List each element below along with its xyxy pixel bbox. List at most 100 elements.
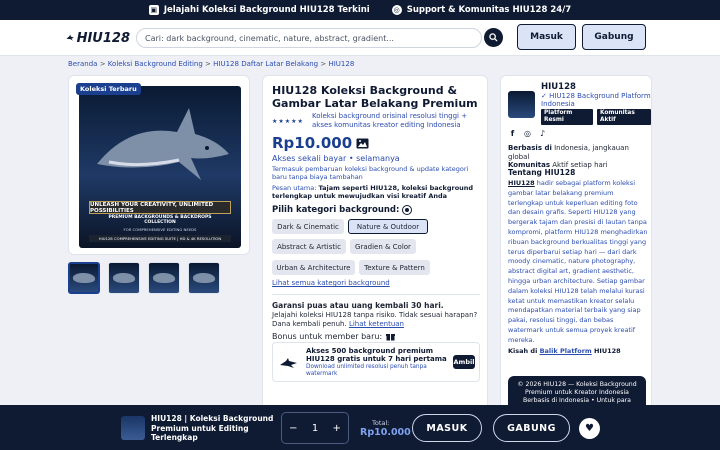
breadcrumb-item[interactable]: HIU128 Daftar Latar Belakang	[213, 60, 318, 68]
gallery-thumbnail[interactable]	[188, 262, 220, 294]
divider	[272, 294, 480, 295]
status-badge: Komunitas Aktif	[596, 109, 651, 125]
gallery-thumbnail[interactable]	[68, 262, 100, 294]
category-option[interactable]: Abstract & Artistic	[272, 239, 346, 254]
brand-subtitle: ✓ HIU128 Background Platform Indonesia	[541, 92, 651, 108]
shark-thumbnail-icon	[73, 273, 95, 283]
main-message: Pesan utama: Tajam seperti HIU128, kolek…	[272, 184, 484, 200]
guarantee-block: Garansi puas atau uang kembali 30 hari. …	[272, 301, 484, 329]
shark-thumbnail-icon	[153, 273, 175, 283]
sticky-purchase-bar: HIU128 | Koleksi Background Premium untu…	[0, 405, 720, 450]
breadcrumb-separator: >	[320, 60, 327, 68]
instagram-icon[interactable]: ◎	[523, 129, 532, 138]
category-option[interactable]: Dark & Cinematic	[272, 219, 344, 234]
bonus-label: Bonus untuk member baru:	[272, 332, 396, 341]
all-categories-link[interactable]: Lihat semua kategori background	[272, 279, 390, 287]
gift-icon	[386, 334, 396, 341]
product-hero-image[interactable]: UNLEASH YOUR CREATIVITY, UNLIMITED POSSI…	[79, 86, 241, 248]
brand-sidebar: HIU128 ✓ HIU128 Background Platform Indo…	[500, 75, 652, 410]
register-button[interactable]: Gabung	[582, 24, 646, 50]
story-link[interactable]: Balik Platform	[540, 347, 592, 355]
quantity-stepper: − 1 +	[281, 412, 349, 444]
story-line: Kisah di Balik Platform HIU128	[508, 347, 648, 355]
category-option[interactable]: Gradien & Color	[350, 239, 416, 254]
guarantee-terms-link[interactable]: Lihat ketentuan	[349, 320, 404, 328]
brand-badges: Platform Resmi Komunitas Aktif	[541, 109, 651, 125]
hero-caption: PREMIUM BACKGROUNDS & BACKDROPS COLLECTI…	[108, 215, 212, 225]
site-header: HIU128 Masuk Gabung	[0, 20, 720, 56]
status-badge: Platform Resmi	[541, 109, 593, 125]
update-note: Termasuk pembaruan koleksi background & …	[272, 165, 469, 181]
sticky-register-button[interactable]: GABUNG	[493, 414, 570, 442]
shark-thumbnail-icon	[113, 273, 135, 283]
search-icon	[489, 33, 498, 42]
decrease-button[interactable]: −	[289, 423, 297, 434]
breadcrumb-separator: >	[99, 60, 106, 68]
product-gallery: UNLEASH YOUR CREATIVITY, UNLIMITED POSSI…	[68, 75, 250, 255]
breadcrumb-item[interactable]: Beranda	[68, 60, 97, 68]
shark-logo-icon	[280, 358, 297, 368]
quantity-value[interactable]: 1	[312, 423, 318, 434]
shark-thumbnail-icon	[193, 273, 215, 283]
breadcrumb: Beranda > Koleksi Background Editing > H…	[68, 60, 354, 68]
announcement-item-support[interactable]: ◎ Support & Komunitas HIU128 24/7	[391, 5, 571, 15]
total-label: Total:	[372, 419, 390, 427]
category-option[interactable]: Urban & Architecture	[272, 260, 355, 275]
story-prefix: Kisah di	[508, 347, 538, 355]
increase-button[interactable]: +	[332, 423, 340, 434]
sticky-login-button[interactable]: MASUK	[412, 414, 482, 442]
shark-logo-icon	[66, 34, 74, 41]
product-tagline: Koleksi background orisinal resolusi tin…	[312, 112, 468, 129]
breadcrumb-item[interactable]: HIU128	[328, 60, 354, 68]
based-label: Berbasis di	[508, 144, 552, 152]
about-body: hadir sebagai platform koleksi gambar la…	[508, 179, 648, 344]
facebook-icon[interactable]: f	[508, 129, 517, 138]
copyright-line: Berbasis di Indonesia • Untuk para	[523, 397, 631, 404]
sticky-product-title: HIU128 | Koleksi Background Premium untu…	[151, 414, 274, 442]
image-icon: ▣	[148, 5, 159, 15]
bonus-title: Akses 500 background premium HIU128 grat…	[306, 347, 447, 363]
logo-text: HIU128	[76, 30, 130, 46]
new-collection-badge: Koleksi Terbaru	[76, 83, 141, 95]
search-button[interactable]	[484, 28, 503, 47]
site-logo[interactable]: HIU128	[66, 25, 130, 51]
tiktok-icon[interactable]: ♪	[538, 129, 547, 138]
hero-caption: FOR COMPREHENSIVE EDITING NEEDS	[123, 227, 197, 232]
about-brand-link[interactable]: HIU128	[508, 179, 535, 187]
info-icon	[403, 206, 412, 214]
product-price: Rp10.000	[272, 134, 369, 152]
about-heading: Tentang HIU128	[508, 168, 576, 177]
brand-info: Berbasis di Indonesia, jangkauan global …	[508, 144, 648, 170]
product-panel: HIU128 Koleksi Background & Gambar Latar…	[262, 75, 488, 410]
main-message-label: Pesan utama:	[272, 184, 317, 192]
bonus-subtitle: Download unlimited resolusi penuh tanpa …	[306, 364, 427, 377]
breadcrumb-separator: >	[205, 60, 211, 68]
brand-name: HIU128	[541, 82, 576, 92]
login-button[interactable]: Masuk	[517, 24, 576, 50]
gallery-thumbnail[interactable]	[108, 262, 140, 294]
about-text: HIU128 hadir sebagai platform koleksi ga…	[508, 179, 648, 346]
brand-avatar	[508, 91, 535, 118]
shark-illustration-icon	[97, 108, 229, 180]
category-option-selected[interactable]: Nature & Outdoor	[348, 219, 428, 234]
announcement-item-explore[interactable]: ▣ Jelajahi Koleksi Background HIU128 Ter…	[148, 5, 370, 15]
category-picker-text: Pilih kategori background:	[272, 205, 400, 215]
search-input[interactable]	[136, 28, 482, 48]
wishlist-heart-icon[interactable]: ♥	[579, 418, 600, 439]
announcement-bar: ▣ Jelajahi Koleksi Background HIU128 Ter…	[0, 0, 720, 20]
category-option[interactable]: Texture & Pattern	[359, 260, 430, 275]
social-links: f ◎ ♪	[508, 129, 547, 138]
rating-stars: ★★★★★	[272, 118, 304, 125]
claim-bonus-button[interactable]: Ambil	[453, 355, 475, 369]
gallery-thumbnails	[68, 262, 220, 294]
hero-banner-text: UNLEASH YOUR CREATIVITY, UNLIMITED POSSI…	[89, 201, 231, 214]
gallery-thumbnail[interactable]	[148, 262, 180, 294]
category-picker-label: Pilih kategori background:	[272, 205, 412, 215]
copyright-line: © 2026 HIU128 — Koleksi Background Premi…	[517, 381, 637, 396]
product-thumbnail	[121, 416, 145, 440]
access-info: Akses sekali bayar • selamanya	[272, 154, 400, 163]
announcement-text-explore: Jelajahi Koleksi Background HIU128 Terki…	[163, 5, 370, 15]
image-icon	[356, 138, 369, 148]
total-value: Rp10.000	[360, 427, 411, 438]
breadcrumb-item[interactable]: Koleksi Background Editing	[108, 60, 203, 68]
